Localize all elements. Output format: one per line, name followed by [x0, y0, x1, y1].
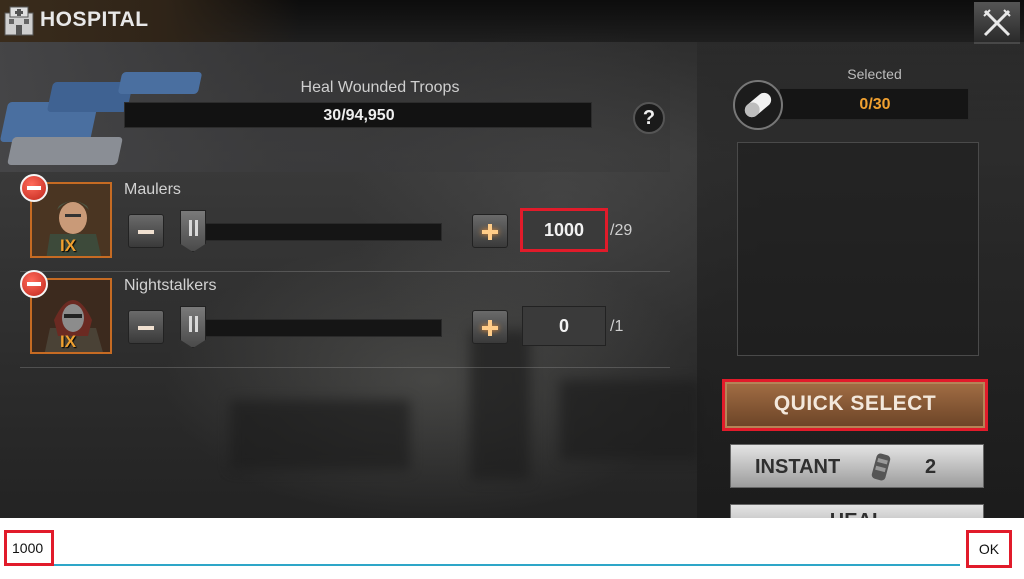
- remove-troop-button[interactable]: [20, 174, 48, 202]
- instant-button[interactable]: INSTANT 2: [730, 444, 984, 488]
- tier-label: IX: [60, 332, 77, 351]
- increase-button[interactable]: [472, 214, 508, 248]
- troop-name: Nightstalkers: [124, 277, 217, 294]
- decrease-button[interactable]: [128, 214, 164, 248]
- quantity-slider[interactable]: [180, 319, 442, 337]
- selected-label: Selected: [847, 66, 902, 82]
- tier-label: IX: [60, 236, 77, 255]
- speedup-item-icon: [867, 451, 895, 489]
- heal-wounded-label: Heal Wounded Troops: [300, 79, 460, 96]
- heal-progress-text: 30/94,950: [323, 107, 395, 124]
- troop-panel: Heal Wounded Troops 30/94,950 ? IX Maule…: [0, 42, 695, 518]
- decrease-button[interactable]: [128, 310, 164, 344]
- page-title: HOSPITAL: [40, 8, 149, 31]
- remove-troop-button[interactable]: [20, 270, 48, 298]
- slider-handle[interactable]: [180, 306, 206, 348]
- instant-count: 2: [925, 456, 937, 478]
- header: HOSPITAL: [0, 0, 300, 42]
- game-screen: HOSPITAL Heal Wounded Troops 30/94,950 ?: [0, 0, 1024, 518]
- slider-handle[interactable]: [180, 210, 206, 252]
- troop-name: Maulers: [124, 181, 181, 198]
- selected-count: 0/30: [859, 96, 891, 113]
- troop-row: IX Nightstalkers 0 /1: [20, 270, 670, 368]
- crossed-swords-close-icon: [983, 9, 1011, 37]
- pill-icon: [733, 80, 783, 130]
- heal-button[interactable]: HEAL: [730, 504, 984, 518]
- troop-row: IX Maulers 1000 /29: [20, 174, 670, 272]
- instant-label: INSTANT: [755, 456, 841, 478]
- selected-count-bar: 0/30: [779, 88, 969, 120]
- hospital-building-icon: [2, 3, 36, 37]
- help-button[interactable]: ?: [633, 102, 665, 134]
- quantity-slider[interactable]: [180, 223, 442, 241]
- quantity-max: /1: [610, 318, 624, 335]
- text-input-bar: 1000 OK: [0, 518, 1024, 579]
- text-input-value[interactable]: 1000: [4, 530, 54, 566]
- quantity-input[interactable]: 1000: [520, 208, 608, 252]
- selected-troops-area: [737, 142, 979, 356]
- bed-frame-image: [7, 137, 123, 165]
- heal-progress-bar: 30/94,950: [124, 102, 592, 128]
- increase-button[interactable]: [472, 310, 508, 344]
- quick-select-button[interactable]: QUICK SELECT: [725, 382, 985, 428]
- quantity-max: /29: [610, 222, 633, 239]
- text-input-field[interactable]: 1000: [4, 530, 960, 566]
- selection-panel: Selected 0/30 QUICK SELECT INSTANT 2: [697, 42, 1024, 518]
- close-button[interactable]: [974, 2, 1020, 44]
- quantity-input[interactable]: 0: [522, 306, 606, 346]
- ok-button[interactable]: OK: [966, 530, 1012, 568]
